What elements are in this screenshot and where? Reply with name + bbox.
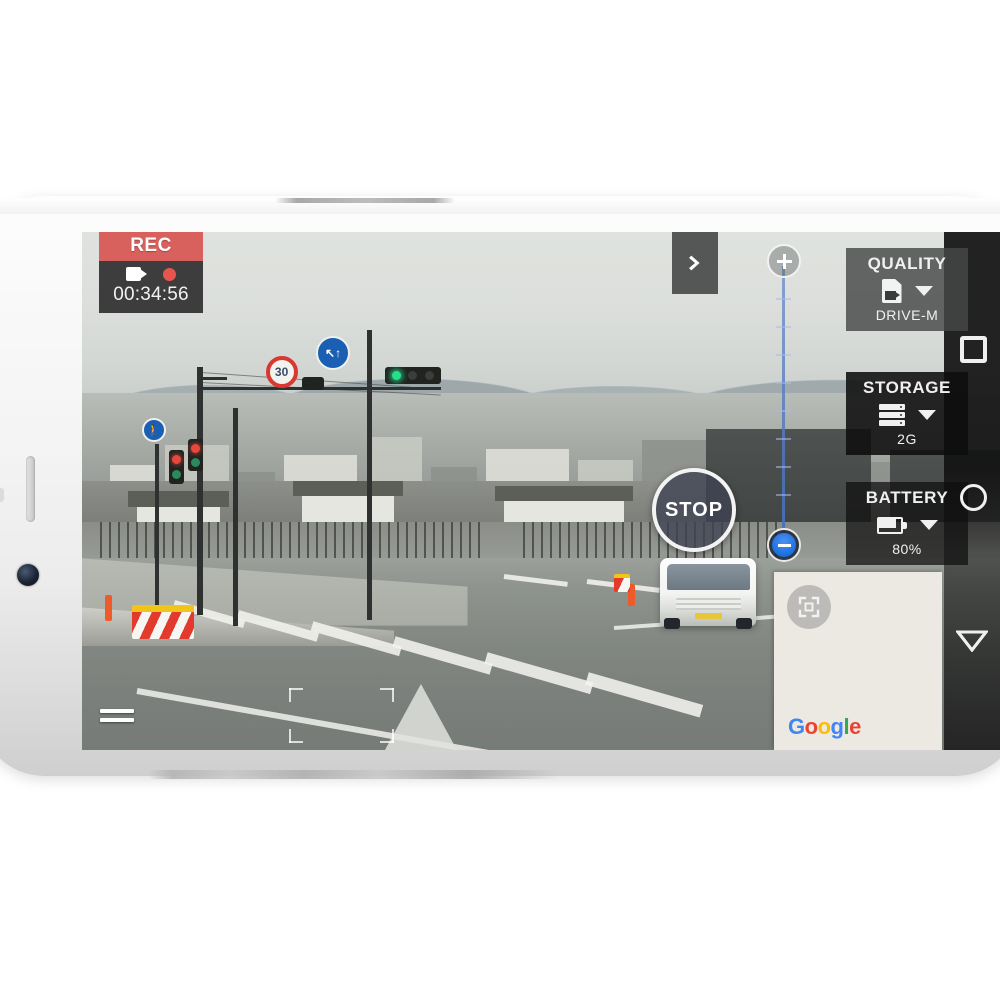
focus-bracket	[288, 687, 303, 702]
setting-storage[interactable]: STORAGE 2G	[846, 372, 968, 455]
sign-pole	[155, 444, 160, 611]
pedestrian-sign: 🚶	[141, 418, 166, 443]
front-camera-lens	[17, 564, 39, 586]
video-file-icon	[881, 279, 902, 303]
triangle-down-icon[interactable]	[956, 630, 988, 652]
video-camera-icon	[126, 267, 147, 281]
setting-storage-label: STORAGE	[863, 378, 951, 397]
phone-top-seam	[275, 198, 455, 203]
chevron-right-icon	[689, 255, 700, 271]
setting-battery-label: BATTERY	[865, 488, 949, 507]
traffic-light-side	[169, 449, 185, 484]
setting-battery-value: 80%	[892, 541, 922, 557]
traffic-cone	[104, 594, 112, 621]
collapse-panel-button[interactable]	[672, 232, 718, 294]
utility-pole	[196, 366, 203, 616]
stop-recording-button[interactable]: STOP	[652, 468, 736, 552]
caret-down-icon[interactable]	[914, 286, 933, 296]
volume-button[interactable]	[26, 456, 35, 522]
zoom-out-button[interactable]	[767, 528, 801, 562]
speed-limit-sign: 30	[265, 356, 298, 389]
circle-outline-icon[interactable]	[960, 484, 987, 511]
rec-label: REC	[99, 232, 203, 261]
construction-barrier	[614, 573, 631, 592]
sign-pole	[233, 408, 239, 626]
zoom-in-button[interactable]	[767, 244, 801, 278]
setting-battery[interactable]: BATTERY 80%	[846, 482, 968, 565]
phone-bottom-seam	[148, 770, 558, 779]
recording-elapsed-time: 00:34:56	[113, 284, 189, 305]
pedestrian-signal	[302, 377, 325, 391]
traffic-light-pole	[366, 330, 372, 621]
square-outline-icon[interactable]	[960, 336, 987, 363]
scene-roof	[293, 480, 404, 497]
construction-barrier	[132, 604, 195, 639]
focus-bracket	[380, 729, 395, 744]
setting-quality-value: DRIVE-M	[875, 307, 939, 323]
rec-icon-row	[99, 261, 203, 283]
traffic-light-main	[384, 366, 441, 384]
battery-icon	[876, 516, 907, 534]
setting-quality[interactable]: QUALITY DRIVE-M	[846, 248, 968, 331]
caret-down-icon[interactable]	[919, 520, 938, 530]
google-logo: Google	[788, 714, 861, 739]
hamburger-menu-icon[interactable]	[100, 702, 134, 728]
pole-crossarm	[201, 377, 228, 381]
scene-roof	[495, 485, 633, 502]
recording-status-badge: REC 00:34:56	[99, 232, 203, 313]
caret-down-icon[interactable]	[917, 410, 936, 420]
phone-screen: 30 ↖↑ 🚶 REC 00:34:56 STOP QUALITY DRIVE-…	[82, 232, 1000, 750]
record-dot-icon	[163, 267, 176, 281]
fullscreen-expand-icon[interactable]	[787, 585, 831, 629]
focus-bracket	[380, 687, 395, 702]
minus-icon	[777, 543, 791, 547]
focus-bracket	[288, 729, 303, 744]
zoom-slider[interactable]	[756, 240, 812, 562]
setting-quality-label: QUALITY	[867, 254, 947, 273]
scene-roof	[127, 491, 229, 507]
storage-disks-icon	[878, 404, 905, 426]
traffic-light-side	[187, 439, 203, 472]
setting-storage-value: 2G	[897, 431, 917, 447]
direction-sign: ↖↑	[316, 335, 351, 370]
map-widget[interactable]: Google	[774, 572, 942, 750]
silent-switch[interactable]	[0, 488, 4, 502]
